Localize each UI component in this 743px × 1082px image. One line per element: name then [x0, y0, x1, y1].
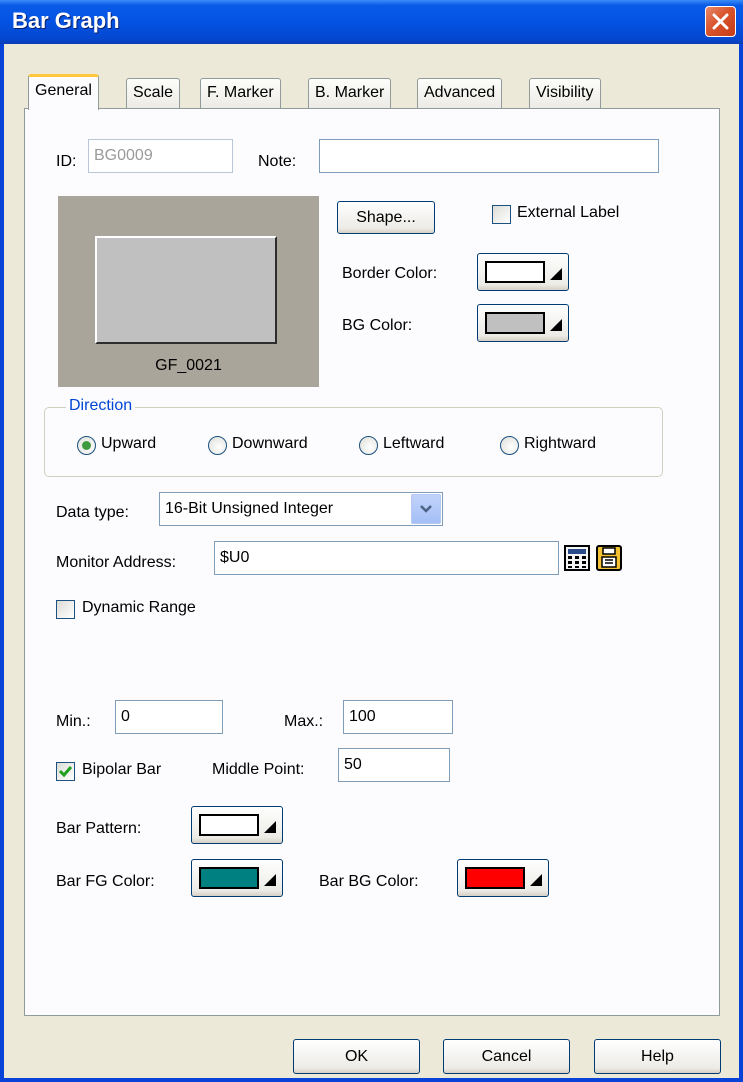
- dropdown-triangle-icon: [530, 874, 542, 886]
- ok-button[interactable]: OK: [293, 1039, 420, 1074]
- bar-pattern-label: Bar Pattern:: [56, 820, 142, 837]
- help-button[interactable]: Help: [594, 1039, 721, 1074]
- bg-color-button[interactable]: [477, 304, 569, 342]
- data-type-label: Data type:: [56, 504, 129, 521]
- tab-visibility[interactable]: Visibility: [529, 78, 601, 108]
- tag-browser-icon[interactable]: [595, 544, 625, 574]
- preview-label: GF_0021: [155, 357, 222, 374]
- tab-advanced[interactable]: Advanced: [417, 78, 503, 108]
- window-title: Bar Graph: [12, 8, 120, 33]
- dialog-client-area: General Scale F. Marker B. Marker Advanc…: [4, 44, 739, 1078]
- title-bar[interactable]: Bar Graph: [0, 0, 743, 44]
- external-label-checkbox[interactable]: [492, 205, 511, 224]
- tab-f-marker[interactable]: F. Marker: [200, 78, 281, 108]
- dropdown-triangle-icon: [264, 821, 276, 833]
- tab-b-marker[interactable]: B. Marker: [308, 78, 392, 108]
- radio-rightward[interactable]: [500, 436, 519, 455]
- min-label: Min.:: [56, 713, 91, 730]
- close-icon: [712, 13, 729, 30]
- shape-button[interactable]: Shape...: [337, 201, 435, 234]
- cancel-button[interactable]: Cancel: [443, 1039, 570, 1074]
- data-type-dropdown-button[interactable]: [411, 494, 441, 524]
- border-color-button[interactable]: [477, 253, 569, 291]
- bar-pattern-swatch: [199, 814, 259, 836]
- general-panel: ID: BG0009 Note: GF_0021 Shape... Extern…: [24, 108, 720, 1016]
- calculator-icon[interactable]: [563, 544, 593, 574]
- id-label: ID:: [56, 153, 77, 170]
- data-type-select[interactable]: 16-Bit Unsigned Integer: [159, 492, 443, 526]
- shape-preview: GF_0021: [58, 196, 319, 387]
- checkmark-icon: [58, 766, 73, 778]
- bar-bg-color-swatch: [465, 867, 525, 889]
- external-label-text: External Label: [517, 204, 620, 221]
- radio-upward-label: Upward: [101, 435, 157, 452]
- max-input[interactable]: 100: [343, 700, 453, 734]
- bar-bg-color-button[interactable]: [457, 859, 549, 897]
- bg-color-label: BG Color:: [342, 317, 413, 334]
- bar-bg-color-label: Bar BG Color:: [319, 873, 419, 890]
- bipolar-bar-label: Bipolar Bar: [82, 761, 162, 778]
- bar-fg-color-label: Bar FG Color:: [56, 873, 155, 890]
- tab-general[interactable]: General: [28, 74, 99, 110]
- dropdown-triangle-icon: [550, 319, 562, 331]
- bipolar-bar-checkbox[interactable]: [56, 762, 75, 781]
- bar-fg-color-button[interactable]: [191, 859, 283, 897]
- note-label: Note:: [258, 153, 297, 170]
- border-color-label: Border Color:: [342, 265, 438, 282]
- data-type-value: 16-Bit Unsigned Integer: [165, 500, 334, 517]
- dynamic-range-checkbox[interactable]: [56, 600, 75, 619]
- chevron-down-icon: [420, 505, 432, 513]
- bar-fg-color-swatch: [199, 867, 259, 889]
- bar-pattern-button[interactable]: [191, 806, 283, 844]
- radio-upward[interactable]: [77, 436, 96, 455]
- border-color-swatch: [485, 261, 545, 283]
- bg-color-swatch: [485, 312, 545, 334]
- radio-leftward-label: Leftward: [383, 435, 445, 452]
- preview-shape: [95, 236, 277, 344]
- monitor-address-input[interactable]: $U0: [214, 541, 559, 575]
- radio-rightward-label: Rightward: [524, 435, 597, 452]
- direction-legend: Direction: [66, 397, 136, 415]
- middle-point-input[interactable]: 50: [338, 748, 450, 782]
- middle-point-label: Middle Point:: [212, 761, 305, 778]
- radio-downward[interactable]: [208, 436, 227, 455]
- id-field: BG0009: [88, 139, 233, 173]
- monitor-address-label: Monitor Address:: [56, 554, 177, 571]
- dropdown-triangle-icon: [550, 268, 562, 280]
- note-input[interactable]: [319, 139, 659, 173]
- close-button[interactable]: [705, 6, 736, 37]
- min-input[interactable]: 0: [115, 700, 223, 734]
- dialog-window: Bar Graph General Scale F. Marker B. Mar…: [0, 0, 743, 1082]
- dropdown-triangle-icon: [264, 874, 276, 886]
- radio-leftward[interactable]: [359, 436, 378, 455]
- tab-scale[interactable]: Scale: [126, 78, 181, 108]
- dynamic-range-label: Dynamic Range: [82, 599, 196, 616]
- radio-downward-label: Downward: [232, 435, 308, 452]
- max-label: Max.:: [284, 713, 324, 730]
